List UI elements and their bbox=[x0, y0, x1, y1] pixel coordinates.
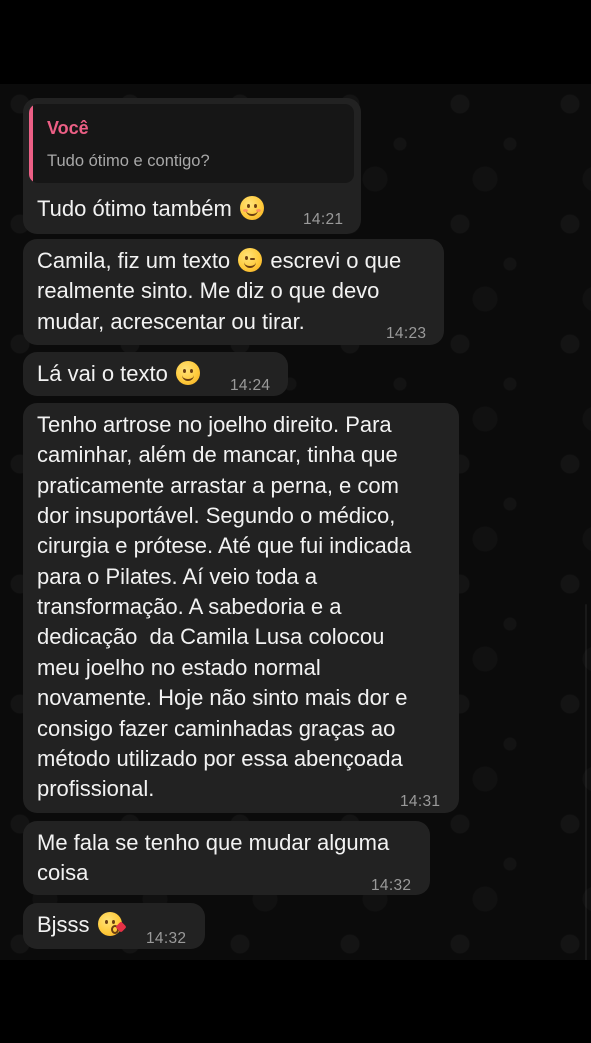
message-bubble[interactable]: Me fala se tenho que mudar alguma coisa … bbox=[23, 821, 430, 895]
message-text-line: para o Pilates. Aí veio toda a bbox=[37, 564, 318, 589]
message-text-line: coisa bbox=[37, 860, 89, 885]
message-bubble[interactable]: Lá vai o texto 14:24 bbox=[23, 352, 288, 396]
kissing-face-icon bbox=[97, 912, 127, 936]
message-text-line: cirurgia e prótese. Até que fui indicada bbox=[37, 533, 412, 558]
smiling-eyes-face-icon bbox=[176, 361, 200, 385]
message-text-line: caminhar, além de mancar, tinha que bbox=[37, 442, 398, 467]
message-bubble[interactable]: Tenho artrose no joelho direito. Para ca… bbox=[23, 403, 459, 813]
message-text: Bjsss bbox=[37, 910, 127, 940]
message-text-line: praticamente arrastar a perna, e com bbox=[37, 473, 399, 498]
message-text: Camila, fiz um texto escrevi o que bbox=[37, 246, 401, 276]
message-text-line: novamente. Hoje não sinto mais dor e bbox=[37, 685, 408, 710]
message-text-line: realmente sinto. Me diz o que devo bbox=[37, 278, 380, 303]
message-text-line: transformação. A sabedoria e a bbox=[37, 594, 342, 619]
message-text-line: Tenho artrose no joelho direito. Para bbox=[37, 412, 392, 437]
message-text-line: método utilizado por essa abençoada bbox=[37, 746, 403, 771]
message-text: Tudo ótimo também bbox=[37, 194, 266, 224]
message-text-part: Bjsss bbox=[37, 912, 90, 937]
message-text-line: dor insuportável. Segundo o médico, bbox=[37, 503, 396, 528]
message-text-line: Me fala se tenho que mudar alguma bbox=[37, 830, 390, 855]
message-time: 14:31 bbox=[400, 793, 441, 810]
message-text-line: profissional. bbox=[37, 776, 155, 801]
message-time: 14:21 bbox=[303, 211, 344, 228]
message-text-line: mudar, acrescentar ou tirar. bbox=[37, 309, 305, 334]
message-bubble[interactable]: Você Tudo ótimo e contigo? Tudo ótimo ta… bbox=[23, 98, 361, 234]
message-time: 14:24 bbox=[230, 377, 271, 394]
message-text: Lá vai o texto bbox=[37, 359, 202, 389]
message-bubble[interactable]: Bjsss 14:32 bbox=[23, 903, 205, 949]
smiling-face-icon bbox=[239, 196, 264, 220]
scroll-indicator[interactable] bbox=[585, 604, 587, 960]
message-text-part: Tudo ótimo também bbox=[37, 196, 232, 221]
quoted-message[interactable]: Você Tudo ótimo e contigo? bbox=[29, 104, 354, 183]
message-time: 14:32 bbox=[146, 930, 187, 947]
quote-text: Tudo ótimo e contigo? bbox=[47, 152, 210, 170]
winking-face-icon bbox=[238, 248, 263, 272]
quote-accent-bar bbox=[29, 104, 33, 183]
message-text-line: dedicação da Camila Lusa colocou bbox=[37, 624, 385, 649]
message-text-line: meu joelho no estado normal bbox=[37, 655, 321, 680]
message-text-part: Camila, fiz um texto bbox=[37, 248, 231, 273]
message-text-line: consigo fazer caminhadas graças ao bbox=[37, 716, 396, 741]
message-text-part: Lá vai o texto bbox=[37, 361, 168, 386]
message-time: 14:23 bbox=[386, 325, 427, 342]
chat-area: Você Tudo ótimo e contigo? Tudo ótimo ta… bbox=[0, 84, 591, 960]
quote-author: Você bbox=[47, 118, 89, 138]
message-time: 14:32 bbox=[371, 877, 412, 894]
message-text-part: escrevi o que bbox=[270, 248, 402, 273]
message-bubble[interactable]: Camila, fiz um texto escrevi o que realm… bbox=[23, 239, 444, 345]
